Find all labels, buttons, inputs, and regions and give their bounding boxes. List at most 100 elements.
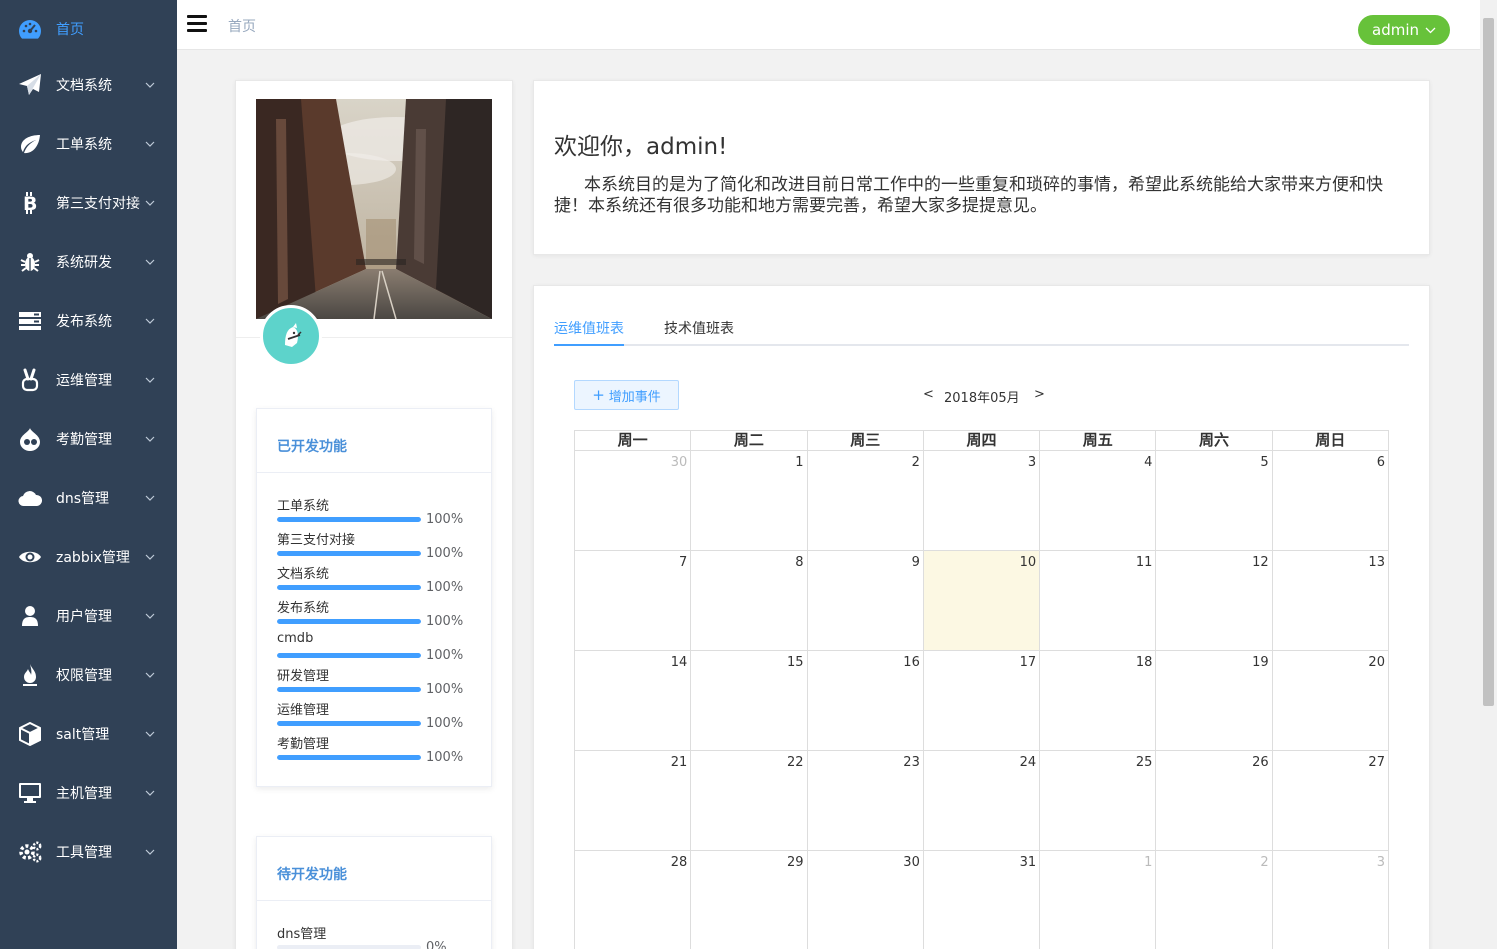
cube-icon [18, 722, 42, 746]
calendar-day[interactable]: 27 [1273, 751, 1389, 850]
gears-icon [18, 840, 42, 864]
progress-bar [277, 653, 421, 658]
chevron-down-icon [145, 259, 155, 265]
day-number: 19 [1252, 655, 1269, 670]
day-number: 1 [795, 455, 804, 470]
calendar-day[interactable]: 14 [575, 651, 692, 750]
weekday-header: 周五 [1040, 431, 1157, 450]
prev-month-button[interactable]: < [923, 387, 934, 402]
calendar-day[interactable]: 2 [1156, 851, 1273, 949]
sidebar-item-zabbix[interactable]: zabbix管理 [0, 532, 177, 582]
calendar-day[interactable]: 26 [1156, 751, 1273, 850]
progress-bar [277, 517, 421, 522]
calendar-day[interactable]: 30 [575, 451, 692, 550]
chevron-down-icon [145, 790, 155, 796]
sidebar: 首页 文档系统 工单系统 B 第三支付对接 系统研发 发布系统 运维管理 考勤管… [0, 0, 177, 949]
scrollbar-thumb[interactable] [1483, 18, 1494, 706]
calendar-day[interactable]: 12 [1156, 551, 1273, 650]
calendar-day[interactable]: 2 [808, 451, 924, 550]
day-number: 25 [1135, 755, 1153, 770]
calendar-week-row: 21 22 23 24 25 26 27 [574, 750, 1389, 850]
breadcrumb[interactable]: 首页 [228, 16, 256, 36]
calendar-day[interactable]: 28 [575, 851, 692, 949]
add-event-button[interactable]: + 增加事件 [574, 380, 679, 410]
calendar-day[interactable]: 8 [691, 551, 808, 650]
weekday-header: 周六 [1156, 431, 1273, 450]
sidebar-item-salt[interactable]: salt管理 [0, 709, 177, 759]
sidebar-item-label: 工单系统 [56, 137, 112, 153]
calendar-day[interactable]: 1 [691, 451, 808, 550]
hamburger-menu-icon[interactable] [187, 15, 207, 33]
calendar-day[interactable]: 20 [1273, 651, 1389, 750]
sidebar-item-ops[interactable]: 运维管理 [0, 355, 177, 405]
feature-progress: 工单系统 100% [277, 495, 477, 529]
calendar-day[interactable]: 4 [1040, 451, 1157, 550]
calendar-day[interactable]: 18 [1040, 651, 1157, 750]
sidebar-item-label: 系统研发 [56, 255, 112, 271]
welcome-title: 欢迎你，admin! [554, 134, 728, 160]
calendar-day[interactable]: 16 [808, 651, 924, 750]
sidebar-item-tools[interactable]: 工具管理 [0, 827, 177, 877]
calendar-day[interactable]: 19 [1156, 651, 1273, 750]
calendar-day[interactable]: 17 [924, 651, 1041, 750]
page-scrollbar[interactable] [1480, 0, 1497, 949]
profile-card: 已开发功能 工单系统 100% 第三支付对接 100% 文档系统 100% 发布… [235, 80, 513, 949]
calendar-day[interactable]: 24 [924, 751, 1041, 850]
sidebar-item-release[interactable]: 发布系统 [0, 296, 177, 346]
calendar-day[interactable]: 9 [808, 551, 924, 650]
calendar-day[interactable]: 5 [1156, 451, 1273, 550]
sidebar-item-hosts[interactable]: 主机管理 [0, 768, 177, 818]
calendar-day[interactable]: 22 [691, 751, 808, 850]
calendar-day[interactable]: 23 [808, 751, 924, 850]
calendar-day[interactable]: 25 [1040, 751, 1157, 850]
calendar-day[interactable]: 1 [1040, 851, 1157, 949]
calendar-day[interactable]: 6 [1273, 451, 1389, 550]
profile-cover-photo [256, 99, 492, 319]
next-month-button[interactable]: > [1034, 387, 1045, 402]
calendar-day[interactable]: 3 [924, 451, 1041, 550]
sidebar-item-docs[interactable]: 文档系统 [0, 60, 177, 110]
chevron-down-icon [145, 200, 155, 206]
calendar-day[interactable]: 21 [575, 751, 692, 850]
cloud-icon [18, 486, 42, 510]
chevron-down-icon [145, 672, 155, 678]
feature-name: 考勤管理 [277, 737, 330, 752]
day-number: 21 [670, 755, 688, 770]
weekday-header: 周四 [924, 431, 1041, 450]
sidebar-item-ticket[interactable]: 工单系统 [0, 119, 177, 169]
sidebar-item-payment[interactable]: B 第三支付对接 [0, 178, 177, 228]
sidebar-item-label: salt管理 [56, 727, 110, 743]
sidebar-item-users[interactable]: 用户管理 [0, 591, 177, 641]
calendar-day[interactable]: 3 [1273, 851, 1389, 949]
add-event-label: 增加事件 [608, 389, 661, 405]
chevron-down-icon [145, 613, 155, 619]
calendar-day[interactable]: 31 [924, 851, 1041, 949]
calendar-day[interactable]: 15 [691, 651, 808, 750]
chevron-down-icon [145, 849, 155, 855]
calendar-week-row: 14 15 16 17 18 19 20 [574, 650, 1389, 750]
calendar-day[interactable]: 7 [575, 551, 692, 650]
sidebar-item-dns[interactable]: dns管理 [0, 473, 177, 523]
calendar-day[interactable]: 13 [1273, 551, 1389, 650]
user-dropdown-button[interactable]: admin [1358, 15, 1450, 45]
sidebar-item-attendance[interactable]: 考勤管理 [0, 414, 177, 464]
progress-percent: 100% [426, 580, 464, 595]
bitcoin-icon: B [18, 191, 42, 215]
chevron-down-icon [145, 82, 155, 88]
day-number: 27 [1368, 755, 1385, 770]
day-number: 6 [1376, 455, 1385, 470]
tab-tech-duty[interactable]: 技术值班表 [664, 318, 734, 338]
sidebar-item-home[interactable]: 首页 [0, 4, 177, 54]
drupal-icon [18, 427, 42, 451]
calendar-day-today[interactable]: 10 [923, 551, 1041, 650]
progress-percent: 100% [426, 682, 464, 697]
calendar-day[interactable]: 30 [808, 851, 924, 949]
calendar-day[interactable]: 29 [691, 851, 808, 949]
day-number: 12 [1252, 555, 1269, 570]
sidebar-item-permissions[interactable]: 权限管理 [0, 650, 177, 700]
sidebar-item-label: 考勤管理 [56, 432, 112, 448]
tab-ops-duty[interactable]: 运维值班表 [554, 318, 624, 338]
sidebar-item-rnd[interactable]: 系统研发 [0, 237, 177, 287]
calendar-day[interactable]: 11 [1040, 551, 1157, 650]
divider [257, 900, 491, 901]
